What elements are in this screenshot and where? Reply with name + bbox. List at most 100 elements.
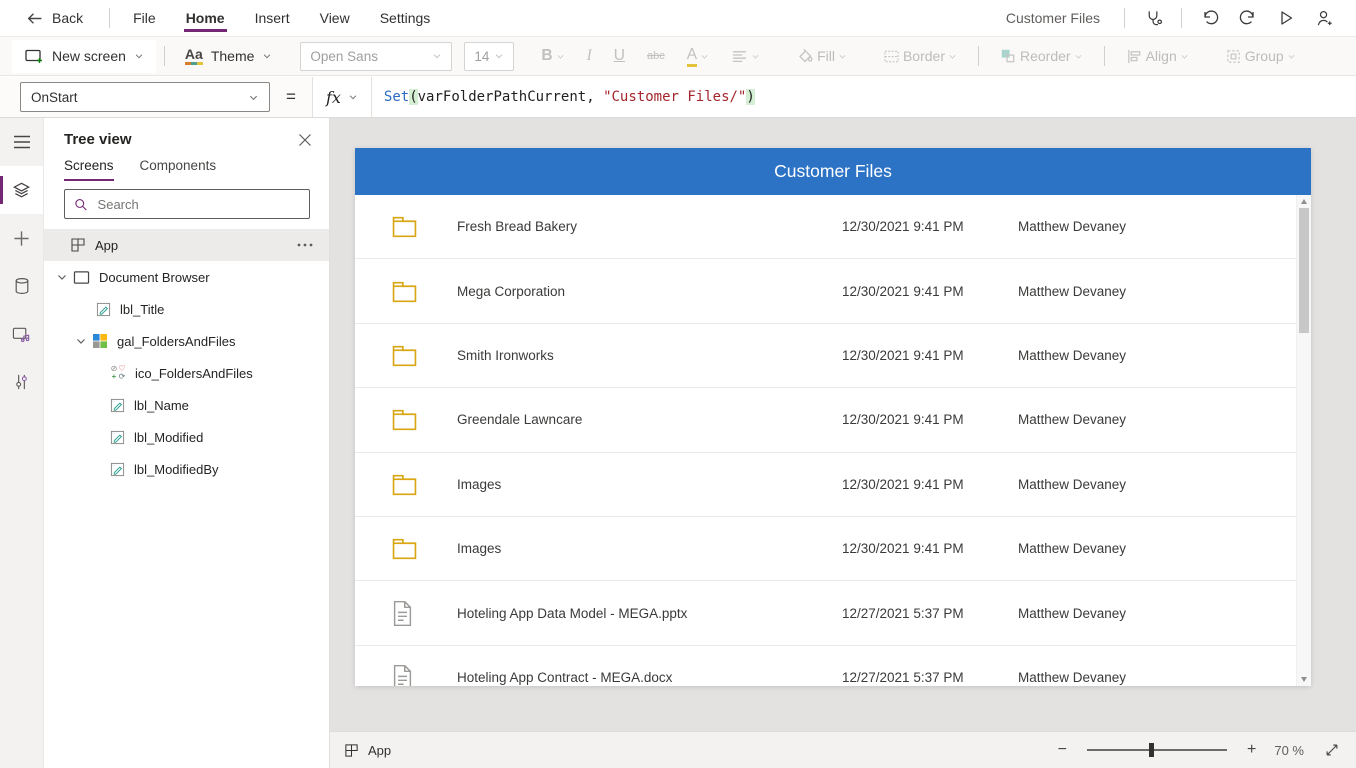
back-button[interactable]: Back: [26, 0, 101, 36]
bold-button[interactable]: B: [530, 41, 575, 72]
hamburger-button[interactable]: [0, 118, 43, 166]
underline-button[interactable]: U: [603, 41, 636, 72]
gallery-row[interactable]: Hoteling App Data Model - MEGA.pptx 12/2…: [355, 581, 1311, 646]
tree-item-lbl-modifiedby[interactable]: lbl_ModifiedBy: [44, 453, 329, 485]
row-icon-slot: [391, 215, 457, 238]
zoom-slider[interactable]: [1087, 743, 1228, 757]
menu-home[interactable]: Home: [171, 0, 240, 36]
tab-screens[interactable]: Screens: [64, 158, 114, 181]
share-button[interactable]: [1306, 2, 1342, 34]
gallery-row[interactable]: Fresh Bread Bakery 12/30/2021 9:41 PM Ma…: [355, 195, 1311, 260]
screen-preview[interactable]: Customer Files Fresh Bread Bakery 12/30/…: [355, 148, 1311, 686]
menu-settings[interactable]: Settings: [365, 0, 446, 36]
files-gallery[interactable]: Fresh Bread Bakery 12/30/2021 9:41 PM Ma…: [355, 195, 1311, 686]
tree-item-ico-foldersandfiles[interactable]: ⊘ ♡ + ⟳ ico_FoldersAndFiles: [44, 357, 329, 389]
tree-item-label: Document Browser: [99, 269, 210, 285]
chevron-down-icon: [1075, 54, 1082, 59]
undo-button[interactable]: [1192, 2, 1228, 34]
status-bar: App − + 70 %: [330, 731, 1356, 768]
formula-string: "Customer Files/": [603, 89, 747, 105]
chevron-down-icon: [557, 54, 564, 59]
align-button[interactable]: Align: [1115, 41, 1200, 72]
menu-file[interactable]: File: [118, 0, 171, 36]
scroll-down-icon[interactable]: [1301, 677, 1307, 682]
tab-components[interactable]: Components: [140, 158, 217, 181]
media-rail-button[interactable]: [0, 310, 43, 358]
insert-rail-button[interactable]: [0, 214, 43, 262]
font-family-select[interactable]: Open Sans: [300, 41, 453, 71]
chevron-down-icon: [264, 54, 271, 59]
folder-icon: [392, 217, 417, 238]
modified-date: 12/30/2021 9:41 PM: [842, 219, 964, 235]
zoom-slider-thumb[interactable]: [1149, 743, 1155, 757]
tree-item-lbl-title[interactable]: lbl_Title: [44, 293, 329, 325]
theme-button[interactable]: Aa Theme: [173, 40, 284, 73]
formula-input[interactable]: Set(varFolderPathCurrent, "Customer File…: [371, 77, 1356, 117]
chevron-down-icon[interactable]: [56, 271, 68, 283]
data-rail-button[interactable]: [0, 262, 43, 310]
new-screen-label: New screen: [52, 48, 126, 64]
gallery-row[interactable]: Hoteling App Contract - MEGA.docx 12/27/…: [355, 646, 1311, 686]
font-color-icon: A: [686, 46, 698, 67]
border-button[interactable]: Border: [872, 41, 968, 72]
tree-item-gal-foldersandfiles[interactable]: gal_FoldersAndFiles: [44, 325, 329, 357]
group-button[interactable]: Group: [1214, 41, 1307, 72]
strikethrough-button[interactable]: abc: [636, 41, 676, 72]
font-family-value: Open Sans: [310, 48, 378, 64]
gallery-row[interactable]: Mega Corporation 12/30/2021 9:41 PM Matt…: [355, 259, 1311, 324]
menu-insert[interactable]: Insert: [240, 0, 305, 36]
menu-view[interactable]: View: [305, 0, 365, 36]
property-select[interactable]: OnStart: [20, 82, 270, 112]
font-color-button[interactable]: A: [676, 41, 720, 72]
font-size-select[interactable]: 14: [464, 41, 515, 71]
scrollbar-thumb[interactable]: [1299, 208, 1309, 333]
screen-breadcrumb[interactable]: App: [344, 743, 391, 758]
scroll-up-icon[interactable]: [1301, 199, 1307, 204]
reorder-button[interactable]: Reorder: [989, 41, 1094, 72]
label-icon: [110, 462, 125, 476]
app-icon: [345, 743, 358, 757]
modified-by: Matthew Devaney: [1018, 476, 1127, 492]
title-bar: Back File Home Insert View Settings Cust…: [0, 0, 1356, 37]
theme-label: Theme: [210, 48, 255, 64]
file-name: Hoteling App Data Model - MEGA.pptx: [457, 605, 688, 621]
text-align-button[interactable]: [720, 41, 771, 72]
tree-item-label: lbl_Name: [134, 397, 189, 413]
fill-bucket-icon: [799, 48, 813, 63]
gallery-row[interactable]: Greendale Lawncare 12/30/2021 9:41 PM Ma…: [355, 388, 1311, 453]
gallery-scrollbar[interactable]: [1296, 195, 1311, 686]
italic-button[interactable]: I: [576, 41, 603, 72]
modified-by: Matthew Devaney: [1018, 412, 1127, 428]
gallery-row[interactable]: Images 12/30/2021 9:41 PM Matthew Devane…: [355, 517, 1311, 582]
play-button[interactable]: [1268, 2, 1304, 34]
design-canvas[interactable]: Customer Files Fresh Bread Bakery 12/30/…: [330, 118, 1356, 731]
app-header-label[interactable]: Customer Files: [355, 148, 1311, 195]
chevron-down-icon[interactable]: [75, 335, 87, 347]
zoom-in-button[interactable]: +: [1247, 742, 1256, 758]
search-input[interactable]: [95, 195, 300, 213]
modified-date: 12/30/2021 9:41 PM: [842, 283, 964, 299]
app-checker-button[interactable]: [1135, 2, 1171, 34]
zoom-out-button[interactable]: −: [1058, 742, 1067, 758]
chevron-down-icon: [839, 54, 846, 59]
search-box[interactable]: [64, 189, 310, 219]
close-icon[interactable]: [298, 133, 312, 147]
equals-sign: =: [286, 87, 296, 106]
gallery-row[interactable]: Images 12/30/2021 9:41 PM Matthew Devane…: [355, 453, 1311, 517]
fit-to-window-icon[interactable]: [1324, 742, 1340, 758]
fx-menu[interactable]: fx: [311, 77, 372, 117]
tree: App Document Browser lbl_Title gal_Folde…: [44, 229, 329, 485]
more-options-icon[interactable]: [297, 243, 313, 247]
tree-item-lbl-modified[interactable]: lbl_Modified: [44, 421, 329, 453]
fill-button[interactable]: Fill: [785, 41, 858, 72]
advanced-tools-rail-button[interactable]: [0, 358, 43, 406]
new-screen-button[interactable]: New screen: [12, 39, 156, 73]
redo-button[interactable]: [1230, 2, 1266, 34]
gallery-row[interactable]: Smith Ironworks 12/30/2021 9:41 PM Matth…: [355, 324, 1311, 389]
tree-item-document-browser[interactable]: Document Browser: [44, 261, 329, 293]
tree-view-rail-button[interactable]: [0, 166, 43, 214]
folder-icon: [392, 539, 417, 560]
folder-icon: [392, 281, 417, 302]
tree-item-app[interactable]: App: [44, 229, 329, 261]
tree-item-lbl-name[interactable]: lbl_Name: [44, 389, 329, 421]
